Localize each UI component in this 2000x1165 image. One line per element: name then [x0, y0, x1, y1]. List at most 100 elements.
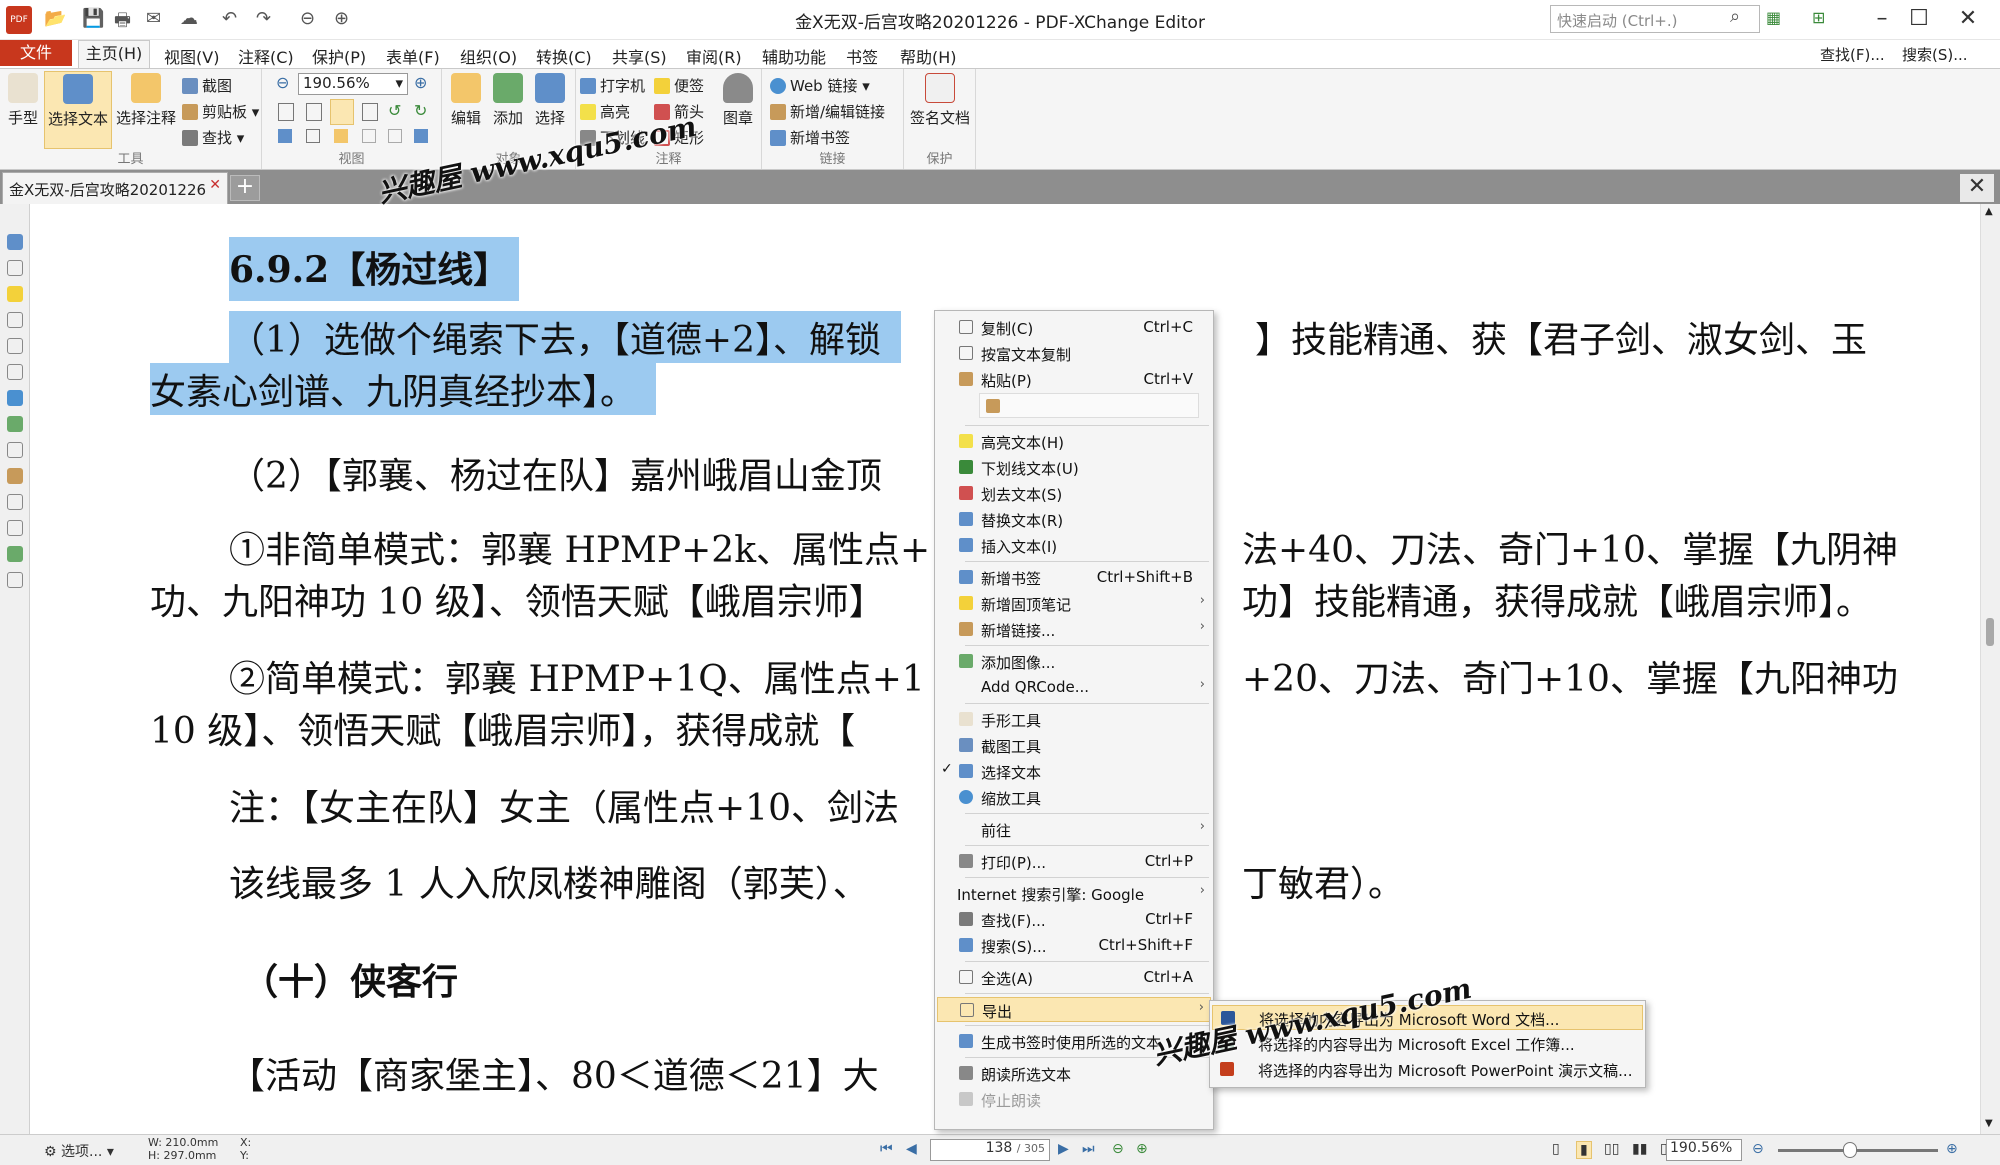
menu-item-go-to[interactable]: 前往 › — [937, 817, 1211, 842]
menu-item-insert-text[interactable]: 插入文本(I) — [937, 533, 1211, 558]
facing-page-icon[interactable]: ▯▯ — [1604, 1141, 1619, 1157]
attachments-panel-icon[interactable] — [7, 312, 23, 328]
zoom-out-icon[interactable]: ⊖ — [276, 73, 289, 92]
previous-page-icon[interactable]: ◀ — [906, 1141, 917, 1157]
menu-item-paste-special[interactable] — [979, 393, 1199, 418]
last-page-icon[interactable]: ⏭ — [1082, 1141, 1095, 1157]
scroll-up-icon[interactable]: ▲ — [1985, 206, 1993, 217]
single-page-icon[interactable]: ▯ — [1552, 1141, 1560, 1157]
edit-button[interactable]: 编辑 — [446, 73, 486, 128]
open-folder-icon[interactable]: 📂 — [44, 8, 66, 29]
menu-protect[interactable]: 保护(P) — [312, 44, 366, 68]
order-panel-icon[interactable] — [7, 520, 23, 536]
status-zoom-in-icon[interactable]: ⊕ — [1946, 1141, 1958, 1157]
menu-item-search[interactable]: 搜索(S)... Ctrl+Shift+F — [937, 933, 1211, 958]
snapshot-button[interactable]: 截图 — [182, 75, 232, 96]
rotate-left-icon[interactable]: ↺ — [388, 101, 401, 120]
zoom-slider[interactable] — [1778, 1149, 1938, 1152]
hand-tool-button[interactable]: 手型 — [4, 73, 42, 128]
zoom-in-icon[interactable]: ⊕ — [414, 73, 427, 92]
add-edit-link-button[interactable]: 新增/编辑链接 — [770, 101, 885, 122]
first-page-icon[interactable]: ⏮ — [880, 1141, 893, 1157]
content-panel-icon[interactable] — [7, 364, 23, 380]
scroll-thumb[interactable] — [1986, 618, 1994, 646]
menu-bookmarks[interactable]: 书签 — [846, 44, 878, 68]
scroll-down-icon[interactable]: ▼ — [1985, 1118, 1993, 1129]
zoom-select[interactable]: 190.56% ▾ — [298, 73, 408, 95]
menu-item-paste[interactable]: 粘贴(P) Ctrl+V — [937, 367, 1211, 392]
menu-item-select-text[interactable]: ✓ 选择文本 — [937, 759, 1211, 784]
menu-item-add-image[interactable]: 添加图像... — [937, 649, 1211, 674]
undo-icon[interactable]: ↶ — [222, 8, 237, 29]
stamp-button[interactable]: 图章 — [718, 73, 758, 128]
vertical-scrollbar[interactable]: ▲ ▼ — [1980, 204, 2000, 1134]
fit-page-icon[interactable] — [278, 103, 294, 121]
zoom-slider-thumb[interactable] — [1843, 1142, 1857, 1158]
menu-search[interactable]: 搜索(S)... — [1902, 44, 1968, 65]
menu-item-snapshot-tool[interactable]: 截图工具 — [937, 733, 1211, 758]
close-document-button[interactable]: ✕ — [1960, 174, 1994, 202]
fullscreen-icon[interactable]: ⊞ — [1812, 8, 1825, 27]
fit-width-icon[interactable] — [306, 103, 322, 121]
menu-item-copy-rich-text[interactable]: 按富文本复制 — [937, 341, 1211, 366]
back-view-icon[interactable]: ⊖ — [1112, 1141, 1124, 1157]
back-icon[interactable]: ⊖ — [300, 8, 315, 29]
maximize-button[interactable]: ☐ — [1897, 4, 1941, 36]
menu-item-highlight-text[interactable]: 高亮文本(H) — [937, 429, 1211, 454]
menu-item-replace-text[interactable]: 替换文本(R) — [937, 507, 1211, 532]
menu-accessibility[interactable]: 辅助功能 — [762, 44, 826, 68]
menu-item-add-link[interactable]: 新增链接... › — [937, 617, 1211, 642]
quick-launch-input[interactable]: 快速启动 (Ctrl+.) — [1550, 5, 1760, 33]
menu-view[interactable]: 视图(V) — [164, 44, 219, 68]
comments-panel-icon[interactable] — [7, 286, 23, 302]
menu-item-add-bookmark[interactable]: 新增书签 Ctrl+Shift+B — [937, 565, 1211, 590]
fit-visible-icon[interactable] — [362, 103, 378, 121]
menu-item-select-all[interactable]: 全选(A) Ctrl+A — [937, 965, 1211, 990]
menu-review[interactable]: 审阅(R) — [686, 44, 742, 68]
forward-icon[interactable]: ⊕ — [334, 8, 349, 29]
typewriter-button[interactable]: 打字机 — [580, 75, 645, 96]
sticky-note-button[interactable]: 便签 — [654, 75, 704, 96]
status-zoom-select[interactable]: 190.56% — [1666, 1139, 1742, 1161]
articles-panel-icon[interactable] — [7, 442, 23, 458]
menu-item-export[interactable]: 导出 › — [937, 997, 1211, 1022]
view-option-icon[interactable] — [388, 129, 402, 143]
search-icon[interactable]: ⌕ — [1730, 6, 1740, 27]
menu-form[interactable]: 表单(F) — [386, 44, 440, 68]
facing-continuous-icon[interactable]: ▮▮ — [1632, 1141, 1647, 1157]
layers-panel-icon[interactable] — [7, 338, 23, 354]
menu-comment[interactable]: 注释(C) — [238, 44, 294, 68]
email-icon[interactable]: ✉ — [146, 8, 161, 29]
signatures-panel-icon[interactable] — [7, 416, 23, 432]
menu-item-hand-tool[interactable]: 手形工具 — [937, 707, 1211, 732]
tags-panel-icon[interactable] — [7, 546, 23, 562]
menu-item-underline-text[interactable]: 下划线文本(U) — [937, 455, 1211, 480]
menu-convert[interactable]: 转换(C) — [536, 44, 592, 68]
page-number-input[interactable]: 138 / 305 — [930, 1139, 1050, 1161]
layout-icon[interactable]: ▦ — [1766, 8, 1781, 27]
save-icon[interactable]: 💾 — [82, 8, 104, 29]
properties-panel-icon[interactable] — [7, 572, 23, 588]
actual-size-icon[interactable] — [330, 99, 354, 125]
add-bookmark-button[interactable]: 新增书签 — [770, 127, 850, 148]
select-button[interactable]: 选择 — [530, 73, 570, 128]
view-option-icon[interactable] — [306, 129, 320, 143]
find-button[interactable]: 查找 ▾ — [182, 127, 244, 148]
menu-item-copy[interactable]: 复制(C) Ctrl+C — [937, 315, 1211, 340]
document-tab[interactable]: 金X无双-后宫攻略20201226 ✕ — [2, 172, 228, 204]
close-button[interactable]: ✕ — [1946, 4, 1990, 36]
file-tab[interactable]: 文件 — [0, 40, 72, 66]
select-text-button[interactable]: 选择文本 — [44, 71, 112, 149]
menu-help[interactable]: 帮助(H) — [900, 44, 957, 68]
options-button[interactable]: ⚙ 选项... ▾ — [44, 1141, 114, 1161]
redo-icon[interactable]: ↷ — [256, 8, 271, 29]
menu-find[interactable]: 查找(F)... — [1820, 44, 1885, 65]
menu-item-add-sticky-note[interactable]: 新增固顶笔记 › — [937, 591, 1211, 616]
status-zoom-out-icon[interactable]: ⊖ — [1752, 1141, 1764, 1157]
menu-item-find[interactable]: 查找(F)... Ctrl+F — [937, 907, 1211, 932]
menu-item-print[interactable]: 打印(P)... Ctrl+P — [937, 849, 1211, 874]
menu-item-internet-search[interactable]: Internet 搜索引擎: Google › — [937, 881, 1211, 906]
structure-panel-icon[interactable] — [7, 390, 23, 406]
view-option-icon[interactable] — [278, 129, 292, 143]
menu-share[interactable]: 共享(S) — [612, 44, 667, 68]
